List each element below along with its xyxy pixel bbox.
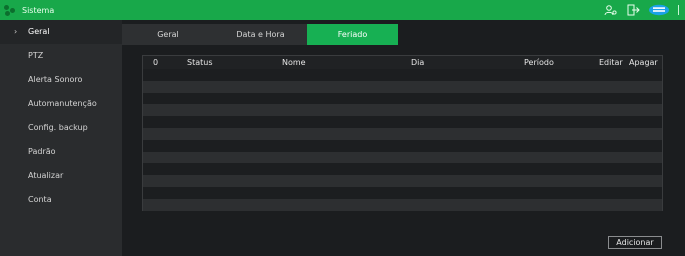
table-row (143, 151, 662, 164)
table-row (143, 175, 662, 187)
sidebar: › Geral PTZ Alerta Sonoro Automanutenção… (0, 20, 122, 256)
column-header-nome: Nome (282, 58, 306, 67)
column-header-dia: Dia (411, 58, 425, 67)
table-row (143, 116, 662, 128)
users-icon[interactable] (604, 4, 618, 16)
storage-icon[interactable] (648, 4, 670, 16)
sidebar-item-padrao[interactable]: Padrão (0, 140, 122, 164)
tab-data-e-hora[interactable]: Data e Hora (214, 24, 307, 45)
sidebar-item-atualizar[interactable]: Atualizar (0, 164, 122, 188)
table-header: 0 Status Nome Dia Período Editar Apagar (143, 56, 662, 69)
tab-feriado[interactable]: Feriado (307, 24, 398, 45)
sidebar-item-label: Alerta Sonoro (28, 75, 83, 84)
table-row (143, 92, 662, 105)
logout-icon[interactable] (626, 4, 640, 16)
table-row (143, 69, 662, 81)
window-title: Sistema (22, 5, 55, 15)
sidebar-item-label: PTZ (28, 51, 44, 60)
chevron-right-icon: › (14, 27, 18, 36)
title-bar-icons (604, 0, 685, 20)
table-row (143, 127, 662, 140)
sidebar-item-label: Automanutenção (28, 99, 97, 108)
sidebar-item-config-backup[interactable]: Config. backup (0, 116, 122, 140)
column-header-index: 0 (153, 58, 159, 67)
tab-geral[interactable]: Geral (122, 24, 214, 45)
sidebar-item-automanutencao[interactable]: Automanutenção (0, 92, 122, 116)
sidebar-item-ptz[interactable]: PTZ (0, 44, 122, 68)
table-row (143, 163, 662, 176)
column-header-status: Status (187, 58, 213, 67)
column-header-apagar: Apagar (629, 58, 658, 67)
sidebar-item-label: Geral (28, 27, 50, 36)
table-row (143, 104, 662, 117)
sidebar-item-label: Atualizar (28, 171, 64, 180)
sidebar-item-label: Padrão (28, 147, 56, 156)
sidebar-item-geral[interactable]: › Geral (0, 20, 122, 44)
column-header-periodo: Período (524, 58, 554, 67)
title-separator (678, 5, 679, 15)
tab-bar: Geral Data e Hora Feriado (122, 20, 685, 45)
column-header-editar: Editar (599, 58, 623, 67)
holiday-table: 0 Status Nome Dia Período Editar Apagar (142, 55, 663, 211)
table-row (143, 186, 662, 199)
sidebar-item-alerta-sonoro[interactable]: Alerta Sonoro (0, 68, 122, 92)
table-row (143, 80, 662, 93)
settings-logo-icon (4, 4, 18, 16)
sidebar-item-label: Conta (28, 195, 52, 204)
sidebar-item-conta[interactable]: Conta (0, 188, 122, 212)
table-row (143, 198, 662, 211)
sidebar-item-label: Config. backup (28, 123, 88, 132)
table-row (143, 139, 662, 152)
add-button[interactable]: Adicionar (608, 236, 662, 249)
title-bar: Sistema (0, 0, 685, 20)
